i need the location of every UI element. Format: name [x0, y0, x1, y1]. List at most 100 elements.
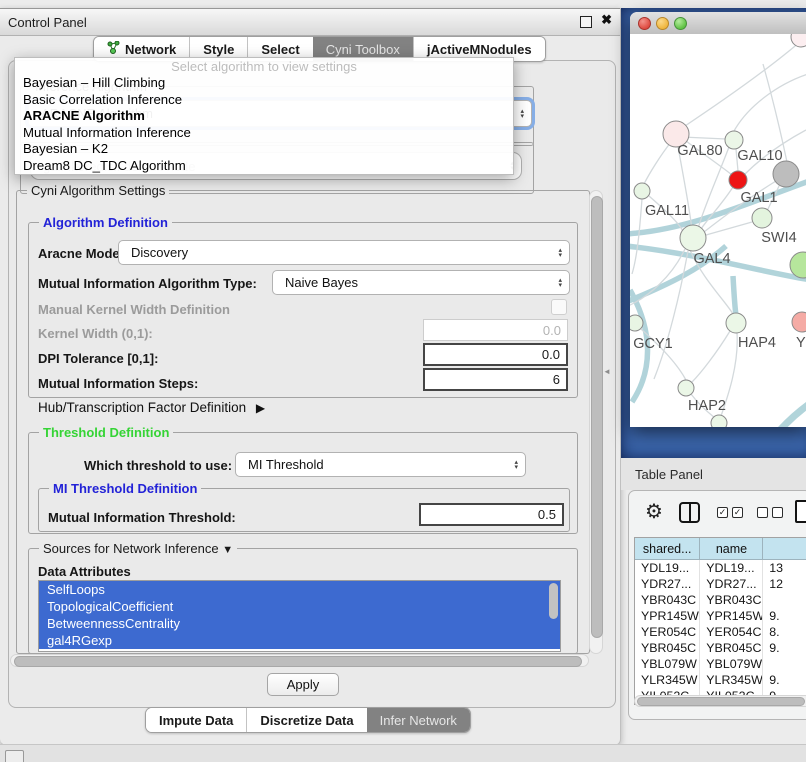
network-icon — [107, 41, 120, 58]
attribute-list-item[interactable]: BetweennessCentrality — [39, 615, 560, 632]
algorithm-option[interactable]: Mutual Information Inference — [15, 125, 513, 142]
tab-label: Select — [261, 42, 299, 57]
combo-arrows-icon: ▴▾ — [558, 248, 562, 258]
network-node[interactable] — [678, 380, 694, 396]
deselect-all-checkboxes-icon[interactable] — [757, 507, 783, 518]
table-row[interactable]: YDL19...YDL19...13 — [635, 560, 806, 576]
horizontal-scrollbar-thumb[interactable] — [14, 656, 582, 667]
table-cell: YER054C — [700, 624, 763, 640]
mi-threshold-value: 0.5 — [538, 507, 556, 522]
close-icon[interactable]: ✖ — [601, 12, 612, 28]
table-row[interactable]: YBR043CYBR043C — [635, 592, 806, 608]
table-column-header[interactable]: shared... — [635, 538, 700, 560]
algorithm-option[interactable]: ARACNE Algorithm — [15, 108, 513, 125]
table-column-header[interactable]: name — [700, 538, 763, 560]
network-canvas[interactable]: GAL80GAL10GAL1GAL11SWI4GAL4GCY1HAP4YHAP2 — [630, 34, 806, 427]
algorithm-option[interactable]: Bayesian – Hill Climbing — [15, 75, 513, 92]
table-row[interactable]: YBL079WYBL079W — [635, 656, 806, 672]
table-horizontal-scrollbar[interactable] — [634, 695, 806, 707]
network-node[interactable] — [680, 225, 706, 251]
manual-kernel-checkbox[interactable] — [551, 299, 567, 315]
network-node[interactable] — [773, 161, 799, 187]
table-cell: 9. — [763, 640, 806, 656]
splitpane-handle[interactable]: ◄ — [603, 367, 611, 376]
network-window-titlebar[interactable] — [630, 12, 806, 35]
node-label: SWI4 — [761, 230, 796, 246]
table-cell: 9. — [763, 608, 806, 624]
table-column-header[interactable] — [763, 538, 806, 560]
node-label: GAL4 — [693, 251, 730, 267]
hub-definition-label: Hub/Transcription Factor Definition — [38, 400, 246, 415]
table-panel-bar[interactable]: Table Panel — [621, 458, 806, 490]
tab-impute-data[interactable]: Impute Data — [146, 708, 246, 732]
table-cell: 12 — [763, 576, 806, 592]
algorithm-option[interactable]: Basic Correlation Inference — [15, 92, 513, 109]
minimize-window-icon[interactable] — [656, 17, 669, 30]
network-node[interactable] — [711, 415, 727, 427]
tab-label: Discretize Data — [260, 713, 353, 728]
mi-steps-input[interactable]: 6 — [423, 368, 568, 391]
aracne-mode-combo[interactable]: Discovery ▴▾ — [118, 240, 570, 265]
columns-icon[interactable] — [679, 502, 700, 523]
page-icon[interactable] — [795, 500, 806, 523]
table-cell: YPR145W — [635, 608, 700, 624]
table-row[interactable]: YER054CYER054C8. — [635, 624, 806, 640]
settings-vertical-scrollbar[interactable] — [589, 190, 603, 654]
table-cell: YBL079W — [635, 656, 700, 672]
control-panel-titlebar[interactable]: Control Panel ✖ — [0, 8, 620, 36]
table-panel-title: Table Panel — [635, 467, 703, 482]
network-node[interactable] — [726, 313, 746, 333]
table-scrollbar-thumb[interactable] — [637, 697, 805, 706]
expand-arrow-icon: ▶ — [256, 401, 265, 415]
table-header-row: shared...name — [635, 538, 806, 560]
tab-discretize-data[interactable]: Discretize Data — [246, 708, 366, 732]
table-row[interactable]: YPR145WYPR145W9. — [635, 608, 806, 624]
tab-infer-network[interactable]: Infer Network — [367, 708, 470, 732]
zoom-window-icon[interactable] — [674, 17, 687, 30]
kernel-width-input[interactable]: 0.0 — [423, 319, 568, 341]
settings-horizontal-scrollbar[interactable] — [10, 654, 589, 667]
dpi-tolerance-input[interactable]: 0.0 — [423, 343, 568, 366]
apply-button[interactable]: Apply — [267, 673, 339, 696]
gear-icon[interactable]: ⚙ — [645, 499, 663, 524]
mi-type-combo[interactable]: Naive Bayes ▴▾ — [272, 270, 570, 295]
table-row[interactable]: YLR345WYLR345W9. — [635, 672, 806, 688]
network-node[interactable] — [791, 34, 806, 47]
table-row[interactable]: YBR045CYBR045C9. — [635, 640, 806, 656]
network-node[interactable] — [630, 315, 643, 331]
aracne-mode-value: Discovery — [131, 245, 188, 260]
table-cell: YBR045C — [700, 640, 763, 656]
kernel-width-label: Kernel Width (0,1): — [38, 326, 153, 341]
network-view-window[interactable]: GAL80GAL10GAL1GAL11SWI4GAL4GCY1HAP4YHAP2 — [630, 12, 806, 427]
node-table[interactable]: shared...name YDL19...YDL19...13YDR27...… — [634, 537, 806, 705]
attribute-list-item[interactable]: TopologicalCoefficient — [39, 598, 560, 615]
network-node[interactable] — [725, 131, 743, 149]
node-label: GAL10 — [737, 148, 782, 164]
network-node[interactable] — [792, 312, 806, 332]
attribute-list-item[interactable]: gal4RGexp — [39, 632, 560, 649]
algorithm-option[interactable]: Dream8 DC_TDC Algorithm — [15, 158, 513, 175]
dpi-tolerance-value: 0.0 — [542, 347, 560, 362]
select-all-checkboxes-icon[interactable]: ✓✓ — [717, 507, 743, 518]
collapsed-panel-icon[interactable] — [5, 750, 24, 762]
float-panel-icon[interactable] — [580, 16, 592, 28]
table-cell: YDL19... — [700, 560, 763, 576]
mi-threshold-input[interactable]: 0.5 — [419, 503, 564, 526]
algorithm-option[interactable]: Bayesian – K2 — [15, 141, 513, 158]
screen: Control Panel ✖ Network Style — [0, 0, 806, 762]
network-node[interactable] — [752, 208, 772, 228]
network-node[interactable] — [729, 171, 747, 189]
close-window-icon[interactable] — [638, 17, 651, 30]
data-attributes-list[interactable]: SelfLoopsTopologicalCoefficientBetweenne… — [38, 580, 561, 652]
sources-group-title[interactable]: Sources for Network Inference ▼ — [39, 541, 237, 556]
attribute-list-item[interactable]: SelfLoops — [39, 581, 560, 598]
list-scrollbar-thumb[interactable] — [549, 583, 558, 619]
tab-label: Infer Network — [380, 713, 457, 728]
algorithm-definition-title: Algorithm Definition — [39, 215, 172, 230]
table-row[interactable]: YDR27...YDR27...12 — [635, 576, 806, 592]
hub-definition-toggle[interactable]: Hub/Transcription Factor Definition ▶ — [38, 400, 265, 415]
network-node[interactable] — [634, 183, 650, 199]
vertical-scrollbar-thumb[interactable] — [591, 196, 603, 638]
which-threshold-combo[interactable]: MI Threshold ▴▾ — [235, 452, 526, 477]
table-cell — [763, 656, 806, 672]
